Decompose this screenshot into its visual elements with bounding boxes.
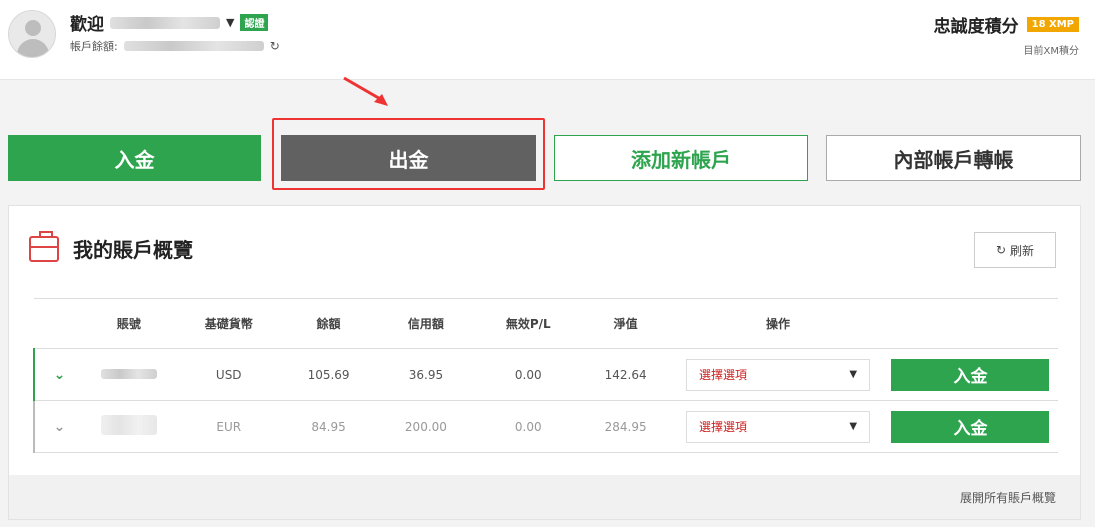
- balance-cell: 84.95: [283, 400, 374, 453]
- action-select[interactable]: 選擇選項 ▼: [686, 358, 871, 391]
- row-deposit-button[interactable]: 入金: [891, 358, 1050, 391]
- col-pl: 無效P/L: [478, 298, 579, 349]
- redacted-account: [100, 368, 157, 379]
- expand-all-link[interactable]: 展開所有賬戶概覽: [9, 475, 1080, 519]
- col-equity: 淨值: [578, 298, 674, 349]
- action-select[interactable]: 選擇選項 ▼: [686, 410, 871, 443]
- chevron-down-icon: ▼: [849, 421, 858, 432]
- loyalty-subtitle: 目前XM積分: [1023, 46, 1079, 57]
- col-account: 賬號: [83, 298, 174, 349]
- table-row: ⌄ USD 105.69 36.95 0.00 142.64 選擇選項 ▼ 入金: [33, 348, 1058, 401]
- refresh-icon: ↻: [995, 243, 1007, 257]
- col-action: 操作: [673, 298, 883, 349]
- add-account-button[interactable]: 添加新帳戶: [554, 135, 808, 181]
- row-deposit-button[interactable]: 入金: [891, 410, 1050, 443]
- table-row: ⌄ EUR 84.95 200.00 0.00 284.95 選擇選項 ▼ 入金: [33, 400, 1058, 453]
- panel-title-text: 我的賬戶概覽: [73, 238, 193, 262]
- pl-cell: 0.00: [478, 348, 579, 401]
- balance-label: 帳戶餘額:: [70, 40, 118, 53]
- withdraw-button[interactable]: 出金: [281, 135, 536, 181]
- refresh-label: 刷新: [1010, 243, 1035, 258]
- equity-cell: 284.95: [578, 400, 674, 453]
- chevron-down-icon[interactable]: ⌄: [54, 367, 66, 383]
- loyalty-points: 忠誠度積分 18 XMP: [934, 12, 1079, 37]
- col-currency: 基礎貨幣: [173, 298, 284, 349]
- pl-cell: 0.00: [478, 400, 579, 453]
- avatar[interactable]: [8, 10, 56, 58]
- panel-title: 我的賬戶概覽: [29, 230, 193, 263]
- welcome-label: 歡迎: [70, 15, 104, 35]
- redacted-username: [110, 16, 220, 29]
- annotation-arrow: [343, 76, 388, 106]
- loyalty-title: 忠誠度積分: [933, 17, 1019, 37]
- col-balance: 餘額: [283, 298, 374, 349]
- welcome-line: 歡迎 ▼ 認證: [70, 10, 269, 35]
- briefcase-icon: [29, 230, 59, 262]
- currency-cell: USD: [173, 348, 284, 401]
- credit-cell: 36.95: [373, 348, 479, 401]
- balance-cell: 105.69: [283, 348, 374, 401]
- chevron-down-icon[interactable]: ▼: [226, 16, 234, 29]
- chevron-down-icon[interactable]: ⌄: [54, 419, 66, 435]
- verified-badge: 認證: [240, 14, 269, 31]
- account-overview-panel: 我的賬戶概覽 ↻ 刷新 賬號 基礎貨幣 餘額 信用額 無效P/L 淨值 操作 ⌄…: [8, 205, 1081, 520]
- deposit-button[interactable]: 入金: [8, 135, 261, 181]
- balance-line: 帳戶餘額: ↻: [70, 38, 280, 54]
- xmp-badge: 18 XMP: [1026, 17, 1079, 32]
- refresh-icon[interactable]: ↻: [270, 39, 280, 53]
- col-expand: [34, 298, 84, 349]
- internal-transfer-button[interactable]: 內部帳戶轉帳: [826, 135, 1081, 181]
- accounts-table: 賬號 基礎貨幣 餘額 信用額 無效P/L 淨值 操作 ⌄ USD 105.69 …: [33, 298, 1058, 453]
- chevron-down-icon: ▼: [849, 369, 858, 380]
- select-label: 選擇選項: [699, 420, 748, 434]
- credit-cell: 200.00: [373, 400, 479, 453]
- redacted-account: [100, 415, 157, 435]
- col-button: [882, 298, 1058, 349]
- redacted-balance: [123, 41, 264, 51]
- select-label: 選擇選項: [699, 368, 748, 382]
- equity-cell: 142.64: [578, 348, 674, 401]
- refresh-button[interactable]: ↻ 刷新: [974, 232, 1056, 268]
- currency-cell: EUR: [173, 400, 284, 453]
- header: 歡迎 ▼ 認證 帳戶餘額: ↻ 忠誠度積分 18 XMP 目前XM積分: [0, 0, 1095, 80]
- col-credit: 信用額: [373, 298, 479, 349]
